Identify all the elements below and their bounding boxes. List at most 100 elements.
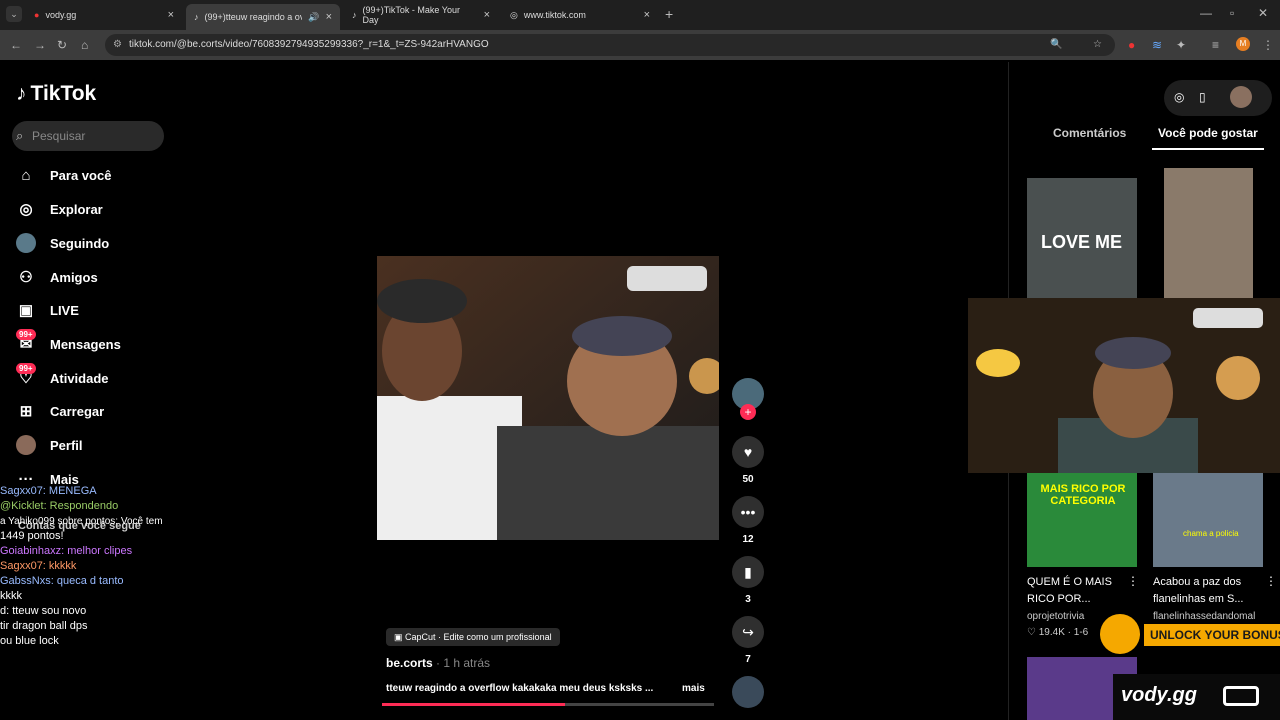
live-icon: ▣	[18, 302, 34, 319]
extension-icon[interactable]: ●	[1128, 38, 1135, 52]
unlock-bonus-banner[interactable]: UNLOCK YOUR BONUS	[1100, 614, 1280, 654]
post-time: · 1 h atrás	[432, 656, 491, 670]
sound-avatar[interactable]	[732, 676, 764, 708]
user-avatar[interactable]	[1230, 86, 1252, 108]
sidebar-item-following[interactable]: Seguindo	[16, 231, 109, 255]
home-nav-icon[interactable]: ⌂	[81, 38, 88, 52]
close-icon[interactable]: ×	[484, 9, 490, 21]
search-input[interactable]: ⌕ Pesquisar	[12, 121, 164, 151]
more-options-icon[interactable]: ⋮	[1265, 574, 1277, 588]
tab-tiktok-www[interactable]: ◎ www.tiktok.com ×	[502, 4, 658, 26]
suggested-thumb-1[interactable]: LOVE ME	[1027, 178, 1137, 298]
tab-vody[interactable]: ● vody.gg ×	[26, 4, 182, 26]
chat-line: ou blue lock	[0, 635, 59, 647]
suggested-thumb-4[interactable]: chama a policia	[1153, 473, 1263, 567]
following-avatar-icon	[16, 233, 36, 253]
puzzle-icon[interactable]: ✦	[1176, 38, 1186, 52]
sidebar-item-messages[interactable]: ✉ 99+ Mensagens	[16, 329, 121, 356]
tab-tiktok-home-label: (99+)TikTok - Make Your Day	[362, 5, 460, 25]
follow-plus-icon[interactable]: +	[740, 404, 756, 420]
phone-icon[interactable]: ▯	[1199, 90, 1206, 104]
author-avatar-button[interactable]: +	[732, 378, 764, 420]
tiktok-tab-icon: ♪	[352, 10, 357, 20]
comment-button[interactable]: ••• 12	[732, 496, 764, 545]
minimize-icon[interactable]: —	[1200, 6, 1212, 20]
reload-icon[interactable]: ↻	[57, 38, 67, 52]
message-icon: ✉ 99+	[16, 329, 36, 353]
stream-chat-overlay: Sagxx07: MENEGA @Kicklet: Respondendo a …	[0, 484, 170, 649]
tab-tiktok-www-label: www.tiktok.com	[523, 10, 586, 20]
suggested-thumb-2[interactable]	[1164, 168, 1253, 298]
sidebar-item-explore[interactable]: ◎ Explorar	[16, 197, 102, 221]
tiktok-logo[interactable]: ♪ TikTok	[16, 82, 96, 106]
sidebar-item-label: LIVE	[50, 302, 79, 318]
suggested-author-1[interactable]: oprojetotrivia	[1027, 611, 1084, 622]
save-count: 3	[745, 594, 751, 605]
compass-small-icon[interactable]: ◎	[1174, 90, 1184, 104]
suggested-thumb-3[interactable]: MAIS RICO POR CATEGORIA	[1027, 473, 1137, 567]
activity-badge: 99+	[16, 363, 36, 374]
chat-line: d: tteuw sou novo	[0, 605, 87, 617]
sidebar-item-activity[interactable]: ♡ 99+ Atividade	[16, 363, 109, 390]
activity-icon: ♡ 99+	[16, 363, 36, 387]
unlock-text: UNLOCK YOUR BONUS	[1144, 624, 1280, 646]
tab-comments[interactable]: Comentários	[1053, 126, 1126, 140]
profile-icon[interactable]: M	[1236, 37, 1250, 51]
sidebar-item-label: Atividade	[50, 370, 109, 386]
video-description: tteuw reagindo a overflow kakakaka meu d…	[386, 683, 654, 694]
save-button[interactable]: ▮ 3	[732, 556, 764, 605]
globe-icon: ◎	[510, 9, 518, 20]
search-icon: ⌕	[16, 128, 24, 143]
tiktok-tab-icon: ♪	[194, 12, 199, 22]
tab-vody-label: vody.gg	[45, 10, 77, 20]
sidebar-item-profile[interactable]: Perfil	[16, 433, 83, 457]
site-info-icon[interactable]: ⚙	[113, 34, 122, 56]
menu-icon[interactable]: ⋮	[1262, 38, 1274, 52]
new-tab-icon[interactable]: +	[665, 6, 673, 22]
maximize-icon[interactable]: ▫	[1230, 6, 1234, 20]
more-options-icon[interactable]: ⋮	[1127, 574, 1139, 588]
video-author[interactable]: be.corts · 1 h atrás	[386, 656, 490, 670]
suggested-title-2[interactable]: Acabou a paz dos flanelinhas em S...	[1153, 574, 1263, 608]
sidebar-item-for-you[interactable]: ⌂ Para você	[16, 163, 111, 187]
chat-line: GabssNxs: queca d tanto	[0, 575, 124, 587]
close-icon[interactable]: ×	[326, 11, 332, 23]
tab-tiktok-video[interactable]: ♪ (99+)tteuw reagindo a over 🔊 ×	[186, 4, 340, 30]
close-icon[interactable]: ×	[644, 9, 650, 21]
capcut-badge[interactable]: ▣ CapCut · Edite como um profissional	[386, 628, 560, 646]
media-icon[interactable]: ≡	[1212, 38, 1219, 52]
bonus-coin-icon	[1100, 614, 1140, 654]
chat-line: @Kicklet: Respondendo	[0, 500, 119, 512]
sidebar-item-label: Seguindo	[50, 235, 110, 251]
video-player[interactable]	[377, 256, 719, 540]
share-button[interactable]: ↪ 7	[732, 616, 764, 665]
audio-extension-icon[interactable]: ≋	[1152, 38, 1162, 52]
tab-tiktok-home[interactable]: ♪ (99+)TikTok - Make Your Day ×	[344, 4, 498, 26]
more-link[interactable]: mais	[682, 683, 705, 694]
url-input[interactable]: ⚙ tiktok.com/@be.corts/video/76083927949…	[105, 34, 1115, 56]
sidebar-item-friends[interactable]: ⚇ Amigos	[16, 265, 97, 289]
tab-tiktok-video-label: (99+)tteuw reagindo a over	[204, 12, 303, 22]
thumb-caption: MAIS RICO POR CATEGORIA	[1040, 483, 1126, 507]
capcut-text: CapCut · Edite como um profissional	[405, 632, 552, 642]
tab-search-icon[interactable]: ⌄	[6, 6, 22, 22]
tab-suggested[interactable]: Você pode gostar	[1158, 126, 1258, 140]
video-frame	[377, 256, 719, 540]
like-button[interactable]: ♥ 50	[732, 436, 764, 485]
video-progress-bar[interactable]	[382, 703, 714, 706]
zoom-icon[interactable]: 🔍	[1050, 34, 1062, 56]
close-window-icon[interactable]: ✕	[1258, 6, 1268, 20]
sidebar-item-upload[interactable]: ⊞ Carregar	[16, 399, 105, 423]
sidebar-item-live[interactable]: ▣ LIVE	[16, 298, 79, 322]
url-text: tiktok.com/@be.corts/video/7608392794935…	[129, 39, 489, 50]
back-icon[interactable]: ←	[10, 38, 22, 52]
sidebar-item-label: Mensagens	[50, 336, 121, 352]
upload-icon: ⊞	[19, 403, 33, 420]
comment-count: 12	[742, 534, 754, 545]
bookmark-star-icon[interactable]: ☆	[1093, 34, 1102, 56]
forward-icon[interactable]: →	[34, 38, 46, 52]
suggested-title-1[interactable]: QUEM É O MAIS RICO POR...	[1027, 574, 1137, 608]
close-icon[interactable]: ×	[168, 9, 174, 21]
speaker-icon[interactable]: 🔊	[308, 12, 319, 23]
vody-tab-icon: ●	[34, 10, 40, 20]
